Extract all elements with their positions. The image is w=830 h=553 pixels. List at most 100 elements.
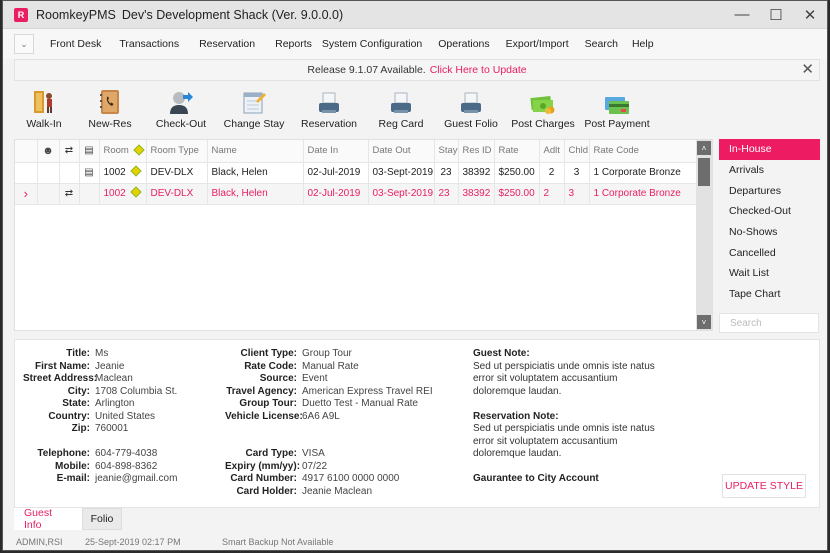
col-header-marker [15,140,38,163]
cell-name: Black, Helen [207,162,304,184]
menu-search[interactable]: Search [579,38,626,50]
col-header-room-type[interactable]: Room Type [146,140,208,163]
menu-reports[interactable]: Reports [269,38,316,50]
tab-folio[interactable]: Folio [82,508,122,530]
menu-reservation[interactable]: Reservation [193,38,269,50]
cell-guest-status [37,183,60,205]
col-header-rate[interactable]: Rate [494,140,540,163]
cell-rate: $250.00 [494,162,540,184]
cell-date-in: 02-Jul-2019 [303,162,369,184]
col-header-stay[interactable]: Stay [434,140,459,163]
release-close-icon[interactable]: ✕ [801,62,814,78]
table-row[interactable]: ▤ 1002 DEV-DLX Black, Helen 02-Jul-2019 … [15,162,698,184]
cell-document[interactable]: ▤ [79,162,100,184]
maximize-button[interactable]: ☐ [759,1,793,28]
filter-cancelled[interactable]: Cancelled [719,242,820,263]
reg-card-button[interactable]: Reg Card [366,85,436,133]
col-header-rate-code[interactable]: Rate Code [589,140,698,163]
menu-transactions[interactable]: Transactions [113,38,193,50]
field-value: 07/22 [302,460,328,472]
filter-arrivals[interactable]: Arrivals [719,160,820,181]
menu-system-configuration[interactable]: System Configuration [316,38,432,50]
col-header-date-out[interactable]: Date Out [368,140,435,163]
cell-room-type: DEV-DLX [146,162,208,184]
filter-search-input[interactable] [719,313,819,333]
field-label: State: [62,398,90,409]
filter-checked-out[interactable]: Checked-Out [719,201,820,222]
cell-transfer[interactable]: ⇄ [59,183,80,205]
check-out-button[interactable]: Check-Out [146,85,216,133]
field-card-type: Card Type: VISA [225,448,433,461]
field-city: City: 1708 Columbia St. [23,385,178,399]
col-header-res-id[interactable]: Res ID [458,140,495,163]
menu-help[interactable]: Help [626,38,660,50]
field-label: Expiry (mm/yy): [225,460,301,472]
post-charges-button[interactable]: Post Charges [506,85,580,133]
close-window-button[interactable]: ✕ [793,1,827,28]
col-header-room[interactable]: Room [99,140,147,163]
field-label: Vehicle License: [225,410,303,422]
cell-room-type: DEV-DLX [146,183,208,205]
col-header-document[interactable]: ▤ [79,140,100,163]
scroll-up-icon[interactable]: ˄ [697,141,711,155]
cell-adults: 2 [539,183,565,205]
filter-wait-list[interactable]: Wait List [719,263,820,284]
field-source: Source: Event [225,373,433,386]
filter-tape-chart[interactable]: Tape Chart [719,284,820,305]
col-header-name[interactable]: Name [207,140,304,163]
field-rate-code: Rate Code: Manual Rate [225,361,433,374]
update-style-button[interactable]: UPDATE STYLE [722,474,806,498]
field-value: Ms [95,348,109,359]
new-res-button[interactable]: New-Res [74,85,146,133]
col-header-adults[interactable]: Adlt [539,140,565,163]
filter-no-shows[interactable]: No-Shows [719,222,820,243]
field-label: City: [67,385,90,397]
in-house-grid: ☻ ⇄ ▤ Room Room Type Name Date In Date O… [14,139,713,331]
field-label: Group Tour: [239,398,297,409]
field-value: 1708 Columbia St. [95,385,178,397]
filter-departures[interactable]: Departures [719,180,820,201]
field-value: jeanie@gmail.com [95,473,178,484]
field-label: Card Type: [245,448,298,459]
toolbar: Walk-In New-Res Check-Out Change Stay Re… [14,85,654,133]
menu-operations[interactable]: Operations [432,38,499,50]
money-icon [530,88,556,115]
grid-vertical-scrollbar[interactable]: ˄ ˅ [696,140,712,330]
reservation-note-line: doloremque laudan. [473,448,562,459]
tab-guest-info[interactable]: Guest Info [14,507,82,531]
post-payment-button[interactable]: Post Payment [580,85,654,133]
filter-in-house[interactable]: In-House [719,139,820,160]
field-value: 760001 [95,423,129,434]
checkout-person-icon [168,88,194,115]
field-first-name: First Name: Jeanie [23,361,177,374]
field-travel-agency: Travel Agency: American Express Travel RE… [225,386,432,399]
field-mobile: Mobile: 604-898-8362 [23,461,177,474]
col-header-guest-status[interactable]: ☻ [37,140,60,163]
scrollbar-thumb[interactable] [698,158,710,186]
bottom-tabs: Guest Info Folio [14,507,122,531]
check-out-label: Check-Out [155,118,207,130]
guest-folio-button[interactable]: Guest Folio [436,85,506,133]
minimize-button[interactable]: — [725,1,759,28]
walk-in-button[interactable]: Walk-In [14,85,74,133]
menu-front-desk[interactable]: Front Desk [44,38,113,50]
printer-icon [459,88,483,115]
room-number: 1002 [103,167,126,178]
field-label: Rate Code: [244,360,297,372]
change-stay-button[interactable]: Change Stay [216,85,292,133]
menu-export-import[interactable]: Export/Import [500,38,579,50]
menu-bar: ⌄ Front Desk Transactions Reservation Re… [3,29,827,59]
notes-section: Guest Note: Sed ut perspiciatis unde omn… [473,348,663,486]
print-reservation-button[interactable]: Reservation [292,85,366,133]
menu-collapse-chevron-icon[interactable]: ⌄ [14,34,34,54]
cell-date-out: 03-Sept-2019 [368,162,435,184]
col-header-date-in[interactable]: Date In [303,140,369,163]
scroll-down-icon[interactable]: ˅ [697,315,711,329]
col-header-transfer[interactable]: ⇄ [59,140,80,163]
update-link[interactable]: Click Here to Update [430,64,527,76]
table-row-selected[interactable]: › ⇄ 1002 DEV-DLX Black, Helen 02-Jul-201… [15,183,698,205]
col-header-children[interactable]: Chld [564,140,590,163]
cell-children: 3 [564,162,590,184]
cell-date-in: 02-Jul-2019 [303,183,369,205]
field-label: Card Number: [230,473,297,484]
